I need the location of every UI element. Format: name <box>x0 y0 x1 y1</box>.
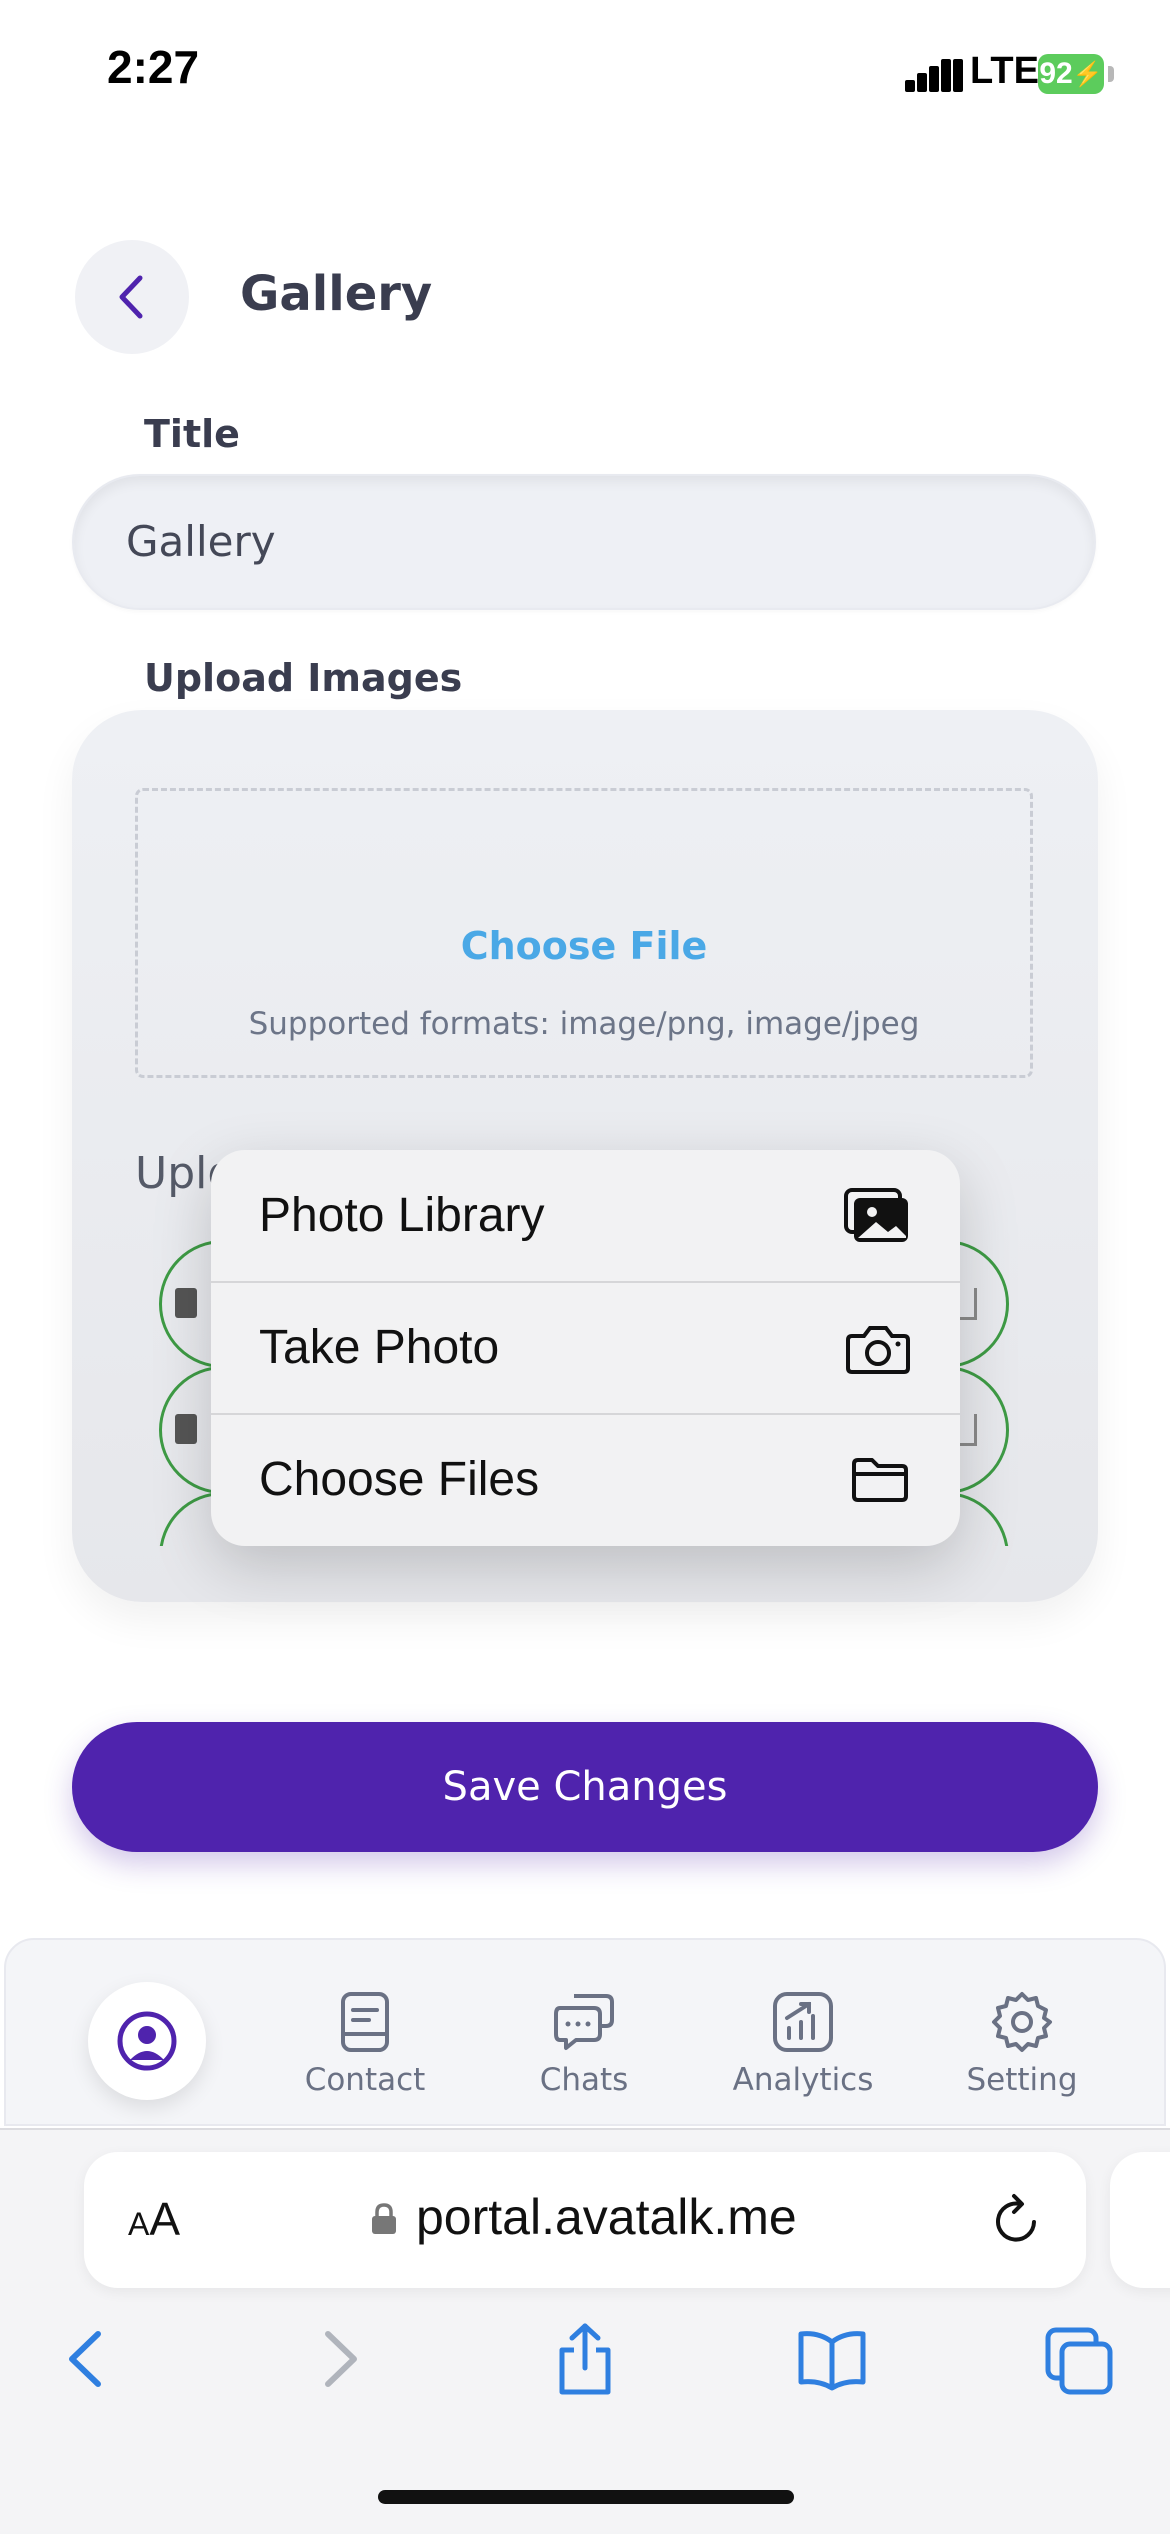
menu-item-choose-files[interactable]: Choose Files <box>211 1414 960 1545</box>
folder-icon <box>852 1457 908 1502</box>
browser-forward-icon <box>325 2331 357 2387</box>
battery-level: 92 <box>1039 57 1073 90</box>
gear-icon <box>992 1992 1052 2052</box>
menu-item-photo-library[interactable]: Photo Library <box>211 1150 960 1281</box>
bookmarks-icon[interactable] <box>797 2322 867 2396</box>
chat-bubbles-icon <box>554 1994 614 2050</box>
file-source-menu: Photo Library Take Photo Choose Files <box>211 1150 960 1546</box>
status-time: 2:27 <box>107 41 200 93</box>
analytics-icon <box>773 1992 833 2052</box>
url-text[interactable]: portal.avatalk.me <box>416 2188 797 2246</box>
share-icon[interactable] <box>550 2322 620 2396</box>
back-button[interactable] <box>75 240 189 354</box>
nav-label: Contact <box>304 2062 426 2098</box>
text-size-button[interactable]: AAAA <box>128 2192 180 2246</box>
upload-images-label: Upload Images <box>144 656 463 700</box>
nav-item-setting[interactable]: Setting <box>927 1990 1117 2098</box>
battery-tip <box>1108 66 1114 82</box>
title-input[interactable]: Gallery <box>72 474 1096 610</box>
photo-library-icon <box>844 1187 908 1242</box>
cellular-signal-icon <box>905 59 963 92</box>
menu-item-label: Photo Library <box>259 1189 545 1242</box>
menu-item-label: Choose Files <box>259 1453 540 1506</box>
battery-indicator: 92 ⚡ <box>1038 54 1104 94</box>
reload-icon[interactable] <box>990 2190 1046 2250</box>
nav-item-profile[interactable] <box>88 1982 206 2100</box>
nav-item-analytics[interactable]: Analytics <box>708 1990 898 2098</box>
page-title: Gallery <box>240 266 433 322</box>
save-changes-button[interactable]: Save Changes <box>72 1722 1098 1852</box>
file-name-fragment <box>175 1288 197 1318</box>
nav-item-chats[interactable]: Chats <box>489 1990 679 2098</box>
nav-item-contact[interactable]: Contact <box>270 1990 460 2098</box>
next-tab-peek[interactable] <box>1110 2152 1170 2288</box>
file-name-fragment <box>175 1414 197 1444</box>
camera-icon <box>846 1325 910 1374</box>
menu-item-label: Take Photo <box>259 1321 500 1374</box>
title-label: Title <box>144 412 240 456</box>
choose-file-link[interactable]: Choose File <box>135 924 1033 968</box>
profile-icon <box>117 2011 177 2071</box>
home-indicator <box>378 2490 794 2504</box>
tabs-icon[interactable] <box>1044 2322 1114 2396</box>
browser-back-icon[interactable] <box>52 2322 122 2396</box>
supported-formats-text: Supported formats: image/png, image/jpeg <box>248 1006 920 1042</box>
nav-label: Chats <box>539 2062 629 2098</box>
network-type: LTE <box>970 50 1039 92</box>
nav-label: Setting <box>966 2062 1078 2098</box>
chevron-left-icon <box>119 275 143 319</box>
lock-icon <box>372 2203 396 2234</box>
menu-item-take-photo[interactable]: Take Photo <box>211 1282 960 1413</box>
contact-book-icon <box>341 1992 389 2052</box>
nav-label: Analytics <box>732 2062 874 2098</box>
